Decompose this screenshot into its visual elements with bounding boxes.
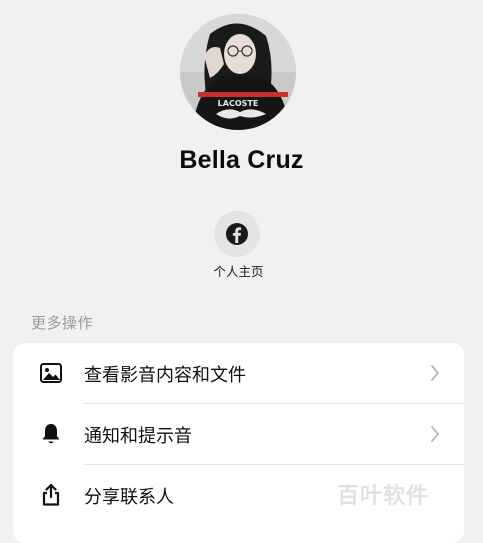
share-icon bbox=[39, 483, 63, 507]
watermark: 百叶软件 bbox=[337, 484, 430, 509]
shirt-lettering: LACOSTE bbox=[218, 99, 259, 108]
profile-photo: LACOSTE bbox=[180, 14, 296, 130]
view-media-files-row[interactable]: 查看影音内容和文件 bbox=[13, 343, 464, 403]
bell-icon bbox=[39, 422, 63, 446]
chevron-right-icon bbox=[430, 426, 440, 446]
profile-avatar[interactable]: LACOSTE bbox=[180, 14, 296, 130]
share-contact-label: 分享联系人 bbox=[84, 487, 174, 508]
facebook-profile-button[interactable] bbox=[214, 211, 260, 257]
chevron-right-icon bbox=[430, 365, 440, 385]
notifications-sounds-row[interactable]: 通知和提示音 bbox=[13, 404, 464, 464]
more-actions-card: 查看影音内容和文件 通知和提示音 分享联系人 bbox=[13, 343, 464, 543]
notifications-sounds-label: 通知和提示音 bbox=[84, 426, 192, 447]
section-title-more-actions: 更多操作 bbox=[31, 314, 94, 332]
image-icon bbox=[39, 361, 63, 385]
contact-name: Bella Cruz bbox=[179, 146, 304, 174]
view-media-files-label: 查看影音内容和文件 bbox=[84, 365, 246, 386]
facebook-profile-label[interactable]: 个人主页 bbox=[0, 261, 477, 280]
facebook-icon bbox=[226, 223, 248, 245]
